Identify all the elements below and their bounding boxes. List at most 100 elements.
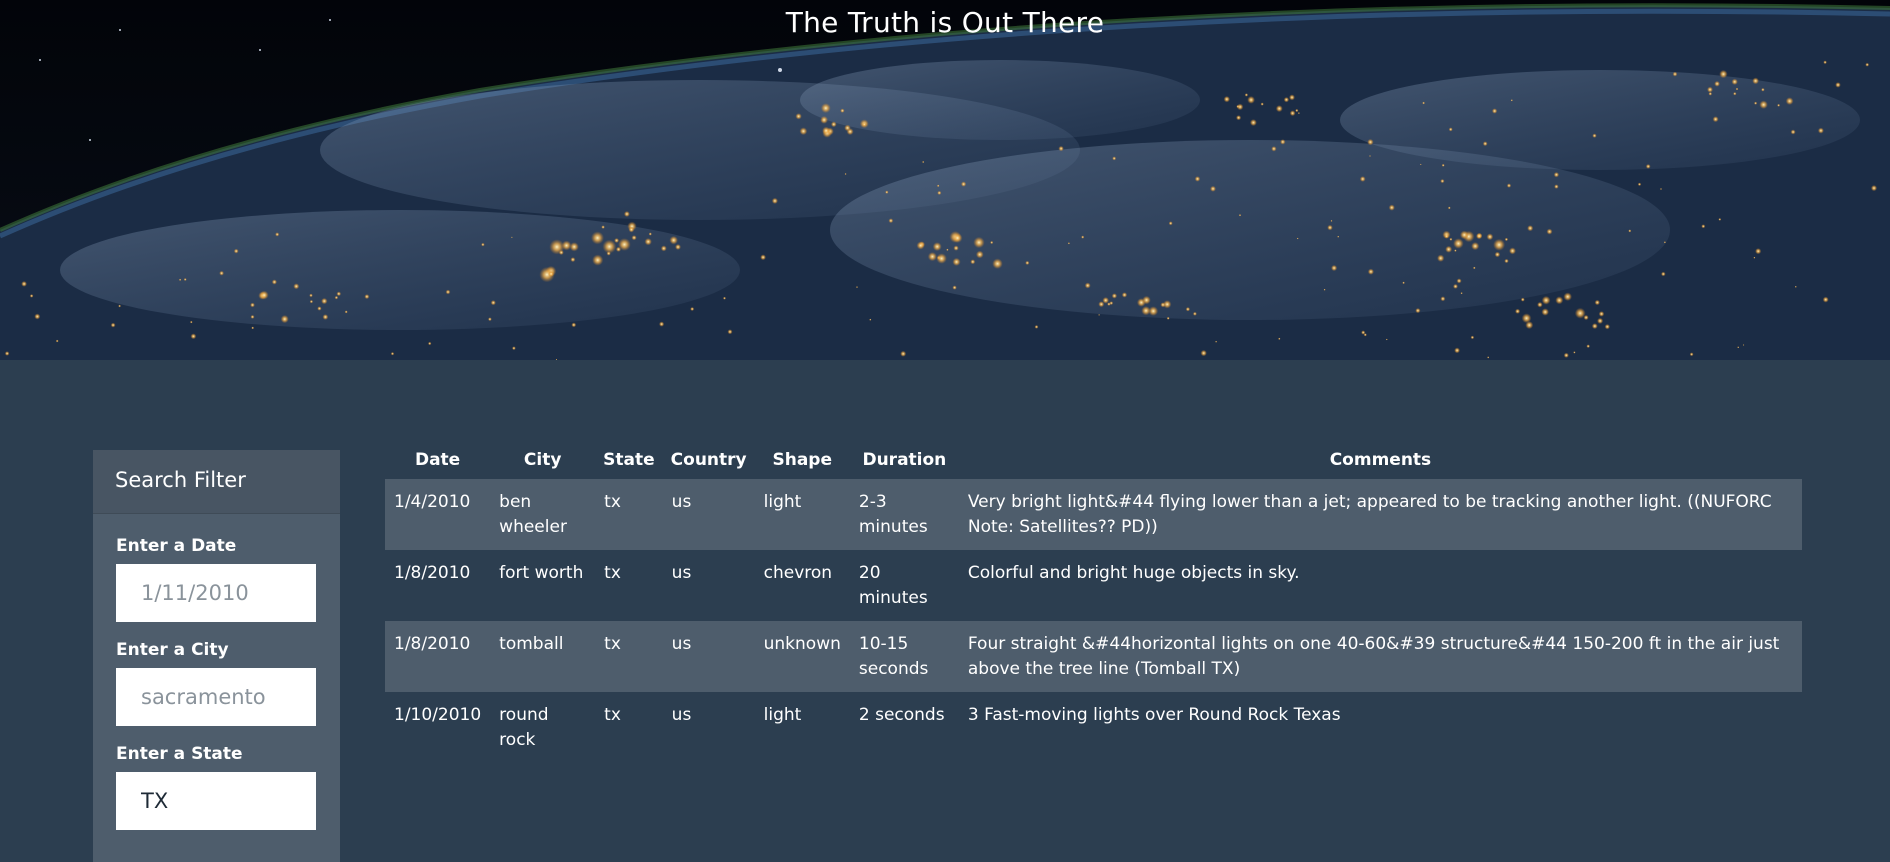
city-light <box>1453 283 1458 289</box>
column-header-city: City <box>523 450 562 470</box>
city-light <box>1141 306 1151 316</box>
city-light <box>259 290 269 300</box>
cell-state: tx <box>595 692 663 763</box>
cell-country: us <box>662 692 755 763</box>
cell-shape: chevron <box>754 550 850 621</box>
city-light <box>1275 105 1283 113</box>
city-light <box>932 242 942 252</box>
city-light <box>445 289 451 295</box>
city-light <box>1835 82 1841 88</box>
city-light <box>1244 93 1249 97</box>
city-light <box>1510 99 1513 102</box>
state-input[interactable] <box>116 772 316 830</box>
city-light <box>1359 176 1366 182</box>
city-light <box>592 254 604 266</box>
city-light <box>1865 62 1870 67</box>
city-light <box>1166 316 1170 320</box>
city-light <box>293 283 300 290</box>
city-light <box>1367 138 1374 146</box>
city-light <box>869 318 872 321</box>
city-light <box>937 190 942 195</box>
city-light <box>1247 96 1255 104</box>
cell-date: 1/10/2010 <box>385 692 491 763</box>
city-light <box>675 244 681 250</box>
city-light <box>280 315 289 324</box>
cell-comments: Very bright light&#44 flying lower than … <box>958 479 1802 550</box>
city-light <box>1520 297 1525 302</box>
city-light <box>1759 100 1768 109</box>
city-light <box>1289 110 1296 117</box>
city-light <box>1337 235 1340 238</box>
city-light <box>644 238 652 246</box>
city-light <box>1295 108 1299 113</box>
cell-date: 1/8/2010 <box>385 621 491 692</box>
city-light <box>110 322 116 328</box>
city-light <box>952 233 963 243</box>
city-light <box>1504 258 1509 264</box>
city-light <box>570 257 576 263</box>
city-light <box>953 245 959 251</box>
city-light <box>623 211 630 217</box>
city-light <box>1388 204 1395 211</box>
city-input[interactable] <box>116 668 316 726</box>
city-light <box>1369 155 1371 157</box>
city-light <box>1440 296 1446 302</box>
city-light <box>1583 314 1589 321</box>
city-light <box>1790 129 1796 135</box>
cell-date: 1/8/2010 <box>385 550 491 621</box>
city-light <box>1473 266 1476 270</box>
city-light <box>591 231 604 245</box>
city-light <box>561 240 572 251</box>
city-light <box>900 350 907 357</box>
column-header-comments: Comments <box>1329 450 1432 470</box>
cell-date: 1/4/2010 <box>385 479 491 550</box>
city-light <box>1367 268 1374 275</box>
city-light <box>885 190 889 194</box>
city-light <box>309 293 313 298</box>
city-light <box>1541 295 1551 305</box>
city-light <box>973 236 985 249</box>
city-light <box>799 127 808 136</box>
cell-city: fort worth <box>490 550 596 621</box>
city-light <box>1330 219 1333 222</box>
date-input[interactable] <box>116 564 316 622</box>
city-light <box>1260 102 1264 106</box>
city-light <box>34 313 41 320</box>
city-light <box>1598 311 1605 317</box>
city-light <box>1594 299 1601 306</box>
city-light <box>1525 321 1534 330</box>
city-light <box>1249 119 1257 127</box>
city-light <box>1719 69 1728 79</box>
city-light <box>1817 127 1824 134</box>
city-light <box>1591 323 1598 330</box>
city-light <box>1628 229 1632 233</box>
city-field-label: Enter a City <box>116 640 229 660</box>
cell-comments: Four straight &#44horizontal lights on o… <box>958 621 1802 692</box>
city-light <box>760 254 766 261</box>
city-light <box>1422 101 1425 105</box>
cell-country: us <box>662 479 755 550</box>
city-light <box>1448 127 1453 132</box>
city-light <box>1471 242 1480 251</box>
city-light <box>1712 116 1719 123</box>
city-light <box>1283 97 1290 103</box>
cell-city: ben wheeler <box>490 479 596 550</box>
city-light <box>1109 301 1114 305</box>
city-light <box>1701 224 1706 229</box>
city-light <box>1236 104 1240 109</box>
city-light <box>1672 71 1678 77</box>
city-light <box>428 341 432 346</box>
city-light <box>183 278 187 281</box>
city-light <box>648 232 652 236</box>
city-light <box>251 326 255 330</box>
city-light <box>795 113 802 120</box>
city-light <box>1441 163 1445 167</box>
city-light <box>178 278 182 281</box>
ufo-sightings-table-container: Date City State Country Shape Duration C… <box>385 441 1802 763</box>
city-light <box>1454 347 1460 354</box>
city-light <box>660 245 667 252</box>
city-light <box>1761 87 1765 92</box>
city-light <box>309 299 314 304</box>
city-light <box>659 321 665 327</box>
cell-city: tomball <box>490 621 596 692</box>
